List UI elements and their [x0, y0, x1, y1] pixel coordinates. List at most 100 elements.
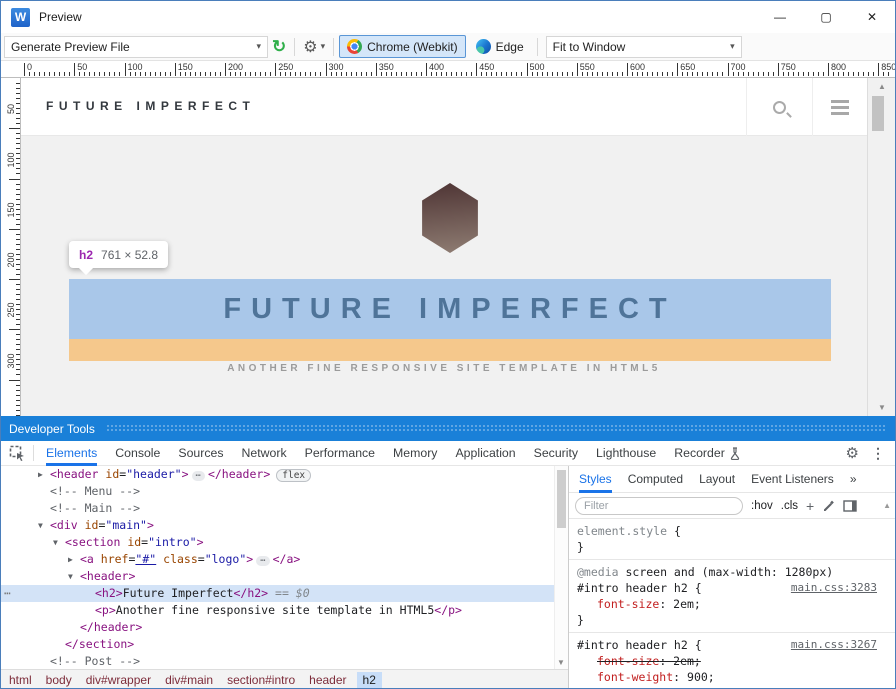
tree-line[interactable]: ▼<div id="main"> — [1, 517, 554, 534]
styles-filter-input[interactable] — [575, 497, 743, 515]
styles-tab-styles[interactable]: Styles — [579, 466, 612, 493]
tree-line[interactable]: ⋯<h2>Future Imperfect</h2> == $0 — [1, 585, 554, 602]
code-token: Future Imperfect — [123, 586, 234, 600]
site-logo-hexagon[interactable] — [419, 183, 481, 253]
code-token: <section — [65, 535, 127, 549]
scrollbar-thumb[interactable] — [557, 470, 566, 528]
code-token: <h2> — [95, 586, 123, 600]
scroll-up-icon[interactable]: ▲ — [868, 82, 896, 91]
tab-sources[interactable]: Sources — [178, 441, 223, 466]
breadcrumb-item-div-main[interactable]: div#main — [165, 673, 213, 687]
css-property-line[interactable]: font-weight: 900; — [577, 669, 889, 685]
tree-line[interactable]: ▶<header id="header">⋯</header>flex — [1, 466, 554, 483]
scroll-down-icon[interactable]: ▼ — [868, 403, 896, 412]
breadcrumb-item-div-wrapper[interactable]: div#wrapper — [86, 673, 151, 687]
collapse-icon[interactable]: ▼ — [53, 534, 65, 551]
styles-tab-computed[interactable]: Computed — [628, 466, 683, 493]
settings-button[interactable]: ⚙ ▾ — [303, 37, 325, 57]
scroll-down-icon[interactable]: ▼ — [557, 658, 565, 667]
stylesheet-link[interactable]: main.css:3267 — [791, 637, 877, 653]
more-actions-icon[interactable]: ⋯ — [4, 585, 12, 602]
vertical-ruler: 50100150200250300 — [1, 78, 21, 416]
css-property-line[interactable]: font-size: 2em; — [577, 653, 889, 669]
tab-security[interactable]: Security — [534, 441, 578, 466]
tab-lighthouse[interactable]: Lighthouse — [596, 441, 656, 466]
toggle-class-button[interactable]: .cls — [781, 500, 798, 512]
devtools-caption[interactable]: Developer Tools — [1, 416, 895, 441]
code-token[interactable]: "#" — [135, 552, 156, 566]
computed-sidebar-button[interactable] — [843, 500, 857, 512]
code-token: = — [198, 552, 205, 566]
devtools-settings-icon[interactable]: ⚙ — [846, 444, 859, 462]
ruler-label: 350 — [379, 62, 394, 72]
close-button[interactable]: ✕ — [849, 1, 895, 33]
expand-inline-icon[interactable]: ⋯ — [192, 471, 205, 481]
ruler-tick — [240, 72, 241, 76]
ruler-tick — [150, 72, 151, 76]
expand-icon[interactable]: ▶ — [38, 466, 50, 483]
sidebar-icon — [843, 500, 857, 512]
tree-line[interactable]: <!-- Menu --> — [1, 483, 554, 500]
tab-network[interactable]: Network — [242, 441, 287, 466]
css-property-line[interactable]: font-size: 2em; — [577, 596, 889, 612]
styles-tab--[interactable]: » — [850, 466, 857, 493]
styles-tab-layout[interactable]: Layout — [699, 466, 735, 493]
ruler-tick — [677, 63, 678, 76]
toggle-hover-button[interactable]: :hov — [751, 500, 773, 512]
site-search-button[interactable] — [746, 78, 812, 136]
styles-tab-event-listeners[interactable]: Event Listeners — [751, 466, 834, 493]
ruler-tick — [813, 72, 814, 76]
tree-line[interactable]: </section> — [1, 636, 554, 653]
elements-scrollbar[interactable]: ▼ — [554, 466, 568, 669]
edge-icon — [476, 39, 491, 54]
tree-line[interactable]: ▶<a href="#" class="logo">⋯</a> — [1, 551, 554, 568]
tab-performance[interactable]: Performance — [305, 441, 375, 466]
collapse-icon[interactable]: ▼ — [38, 517, 50, 534]
inspect-element-button[interactable] — [9, 445, 25, 461]
collapse-icon[interactable]: ▼ — [68, 568, 80, 585]
tree-line[interactable]: <!-- Post --> — [1, 653, 554, 669]
tree-line[interactable]: </header> — [1, 619, 554, 636]
chrome-webkit-button[interactable]: Chrome (Webkit) — [339, 35, 465, 58]
breadcrumb-item-html[interactable]: html — [9, 673, 32, 687]
stylesheet-link[interactable]: main.css:3283 — [791, 580, 877, 596]
breadcrumb-item-body[interactable]: body — [46, 673, 72, 687]
tab-elements[interactable]: Elements — [46, 441, 97, 466]
ruler-tick — [577, 63, 578, 76]
tab-memory[interactable]: Memory — [393, 441, 437, 466]
preview-scrollbar[interactable]: ▲ ▼ — [867, 78, 896, 416]
tree-line[interactable]: <p>Another fine responsive site template… — [1, 602, 554, 619]
scroll-up-icon[interactable]: ▲ — [883, 501, 891, 510]
zoom-select[interactable]: Fit to Window ▾ — [546, 36, 742, 58]
ruler-tick — [16, 354, 20, 355]
ruler-tick — [16, 269, 20, 270]
refresh-button[interactable]: ↻ — [272, 37, 286, 57]
ruler-tick — [16, 309, 20, 310]
breadcrumb-item-header[interactable]: header — [309, 673, 346, 687]
tree-line[interactable]: ▼<section id="intro"> — [1, 534, 554, 551]
generate-preview-select[interactable]: Generate Preview File ▾ — [4, 36, 268, 58]
site-h2-heading: FUTURE IMPERFECT — [223, 293, 676, 326]
preview-viewport[interactable]: FUTURE IMPERFECT FUTURE IMPERFECT ANOTHE… — [21, 78, 867, 416]
scrollbar-thumb[interactable] — [872, 96, 884, 131]
ruler-tick — [391, 72, 392, 76]
expand-icon[interactable]: ▶ — [68, 551, 80, 568]
tab-console[interactable]: Console — [115, 441, 160, 466]
edge-button[interactable]: Edge — [468, 35, 532, 58]
new-style-rule-button[interactable]: + — [806, 498, 814, 514]
minimize-button[interactable]: — — [757, 1, 803, 33]
tree-line[interactable]: ▼<header> — [1, 568, 554, 585]
ruler-tick — [64, 72, 65, 76]
code-token: <a — [80, 552, 101, 566]
breadcrumb-item-h2[interactable]: h2 — [357, 672, 382, 688]
ruler-tick — [16, 349, 20, 350]
breadcrumb-item-section-intro[interactable]: section#intro — [227, 673, 295, 687]
tab-recorder[interactable]: Recorder — [674, 441, 741, 466]
expand-inline-icon[interactable]: ⋯ — [256, 556, 269, 566]
site-menu-button[interactable] — [812, 78, 867, 136]
tab-application[interactable]: Application — [455, 441, 515, 466]
maximize-button[interactable]: ▢ — [803, 1, 849, 33]
tree-line[interactable]: <!-- Main --> — [1, 500, 554, 517]
devtools-kebab-icon[interactable]: ⋮ — [871, 445, 885, 462]
rendering-brush-button[interactable] — [822, 499, 835, 512]
